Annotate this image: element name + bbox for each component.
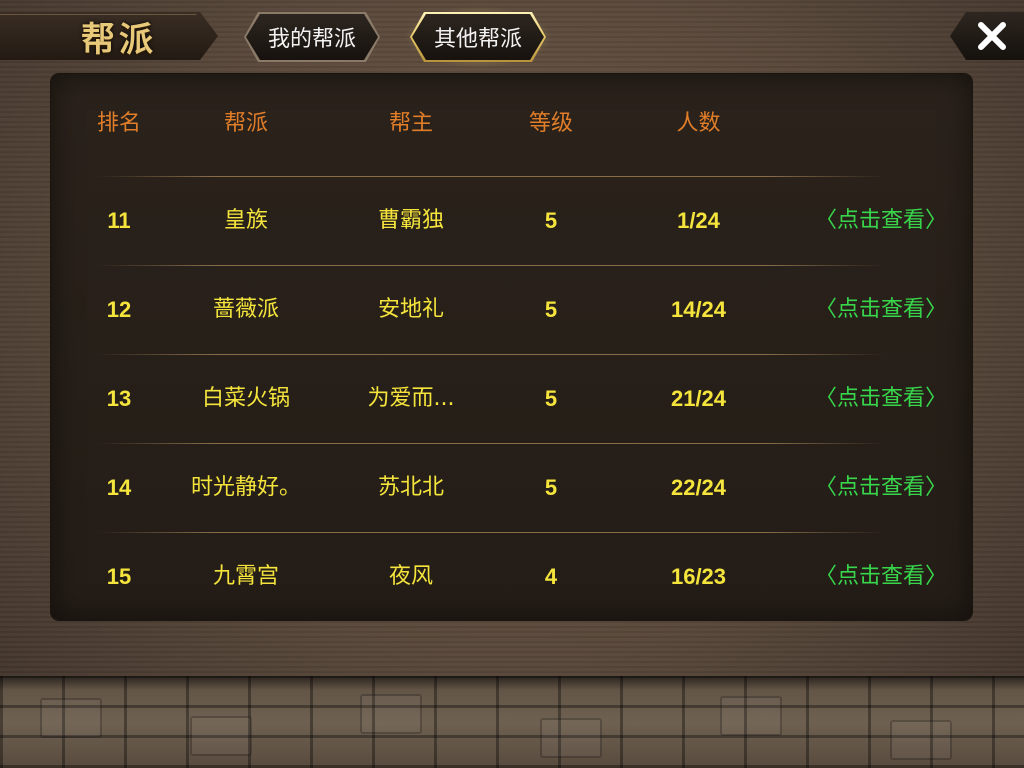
leader-cell: 苏北北: [377, 475, 444, 500]
members-cell: 16/23: [670, 564, 727, 589]
level-cell: 5: [544, 386, 558, 411]
members-cell: 21/24: [670, 386, 727, 411]
level-cell: 5: [544, 475, 558, 500]
floor-tile: [360, 694, 422, 734]
floor-tile: [720, 696, 782, 736]
title-banner: 帮派: [0, 12, 218, 60]
view-details-link[interactable]: 〈点击查看〉: [796, 557, 966, 597]
table-header-row: 排名 帮派 帮主 等级 人数: [51, 104, 972, 144]
leader-cell: 曹霸独: [377, 208, 444, 233]
rank-cell: 11: [107, 208, 131, 233]
guild-name-cell: 九霄宫: [212, 564, 279, 589]
guild-name-cell: 白菜火锅: [201, 386, 290, 411]
tab-my-guild[interactable]: 我的帮派: [246, 14, 378, 60]
leader-cell: 安地礼: [377, 297, 444, 322]
row-divider: [96, 176, 886, 177]
rank-cell: 13: [106, 386, 132, 411]
table-row: 12 蔷薇派 安地礼 5 14/24 〈点击查看〉: [51, 290, 972, 330]
members-cell: 1/24: [677, 208, 720, 233]
table-row: 13 白菜火锅 为爱而... 5 21/24 〈点击查看〉: [51, 379, 972, 419]
members-cell: 22/24: [670, 475, 727, 500]
close-icon: [978, 22, 1006, 50]
page-title: 帮派: [81, 19, 157, 60]
column-header-guild: 帮派: [223, 111, 268, 136]
floor-tile: [890, 720, 952, 760]
rank-cell: 15: [106, 564, 132, 589]
column-header-members: 人数: [676, 111, 721, 136]
view-details-link[interactable]: 〈点击查看〉: [796, 290, 966, 330]
table-row: 14 时光静好。 苏北北 5 22/24 〈点击查看〉: [51, 468, 972, 508]
row-divider: [96, 354, 886, 355]
leader-cell: 夜风: [388, 564, 433, 589]
view-details-link[interactable]: 〈点击查看〉: [796, 201, 966, 241]
table-row: 15 九霄宫 夜风 4 16/23 〈点击查看〉: [51, 557, 972, 597]
leader-cell: 为爱而...: [367, 386, 455, 411]
rank-cell: 12: [106, 297, 132, 322]
guild-list-panel: 排名 帮派 帮主 等级 人数 11 皇族 曹霸独 5 1/24 〈点击查看〉 1…: [51, 74, 972, 620]
guild-name-cell: 时光静好。: [190, 475, 301, 500]
row-divider: [96, 532, 886, 533]
guild-name-cell: 蔷薇派: [212, 297, 279, 322]
column-header-leader: 帮主: [388, 111, 433, 136]
close-button[interactable]: [950, 12, 1024, 60]
column-header-rank: 排名: [96, 111, 141, 136]
view-details-link[interactable]: 〈点击查看〉: [796, 468, 966, 508]
floor-tile: [40, 698, 102, 738]
tab-other-guilds[interactable]: 其他帮派: [412, 14, 544, 60]
column-header-level: 等级: [528, 111, 573, 136]
view-details-link[interactable]: 〈点击查看〉: [796, 379, 966, 419]
rank-cell: 14: [106, 475, 132, 500]
floor-tile: [540, 718, 602, 758]
level-cell: 4: [544, 564, 558, 589]
row-divider: [96, 265, 886, 266]
guild-name-cell: 皇族: [223, 208, 268, 233]
level-cell: 5: [544, 297, 558, 322]
members-cell: 14/24: [670, 297, 727, 322]
row-divider: [96, 443, 886, 444]
floor-tile: [190, 716, 252, 756]
table-row: 11 皇族 曹霸独 5 1/24 〈点击查看〉: [51, 201, 972, 241]
cobblestone-floor: [0, 676, 1024, 768]
level-cell: 5: [544, 208, 558, 233]
